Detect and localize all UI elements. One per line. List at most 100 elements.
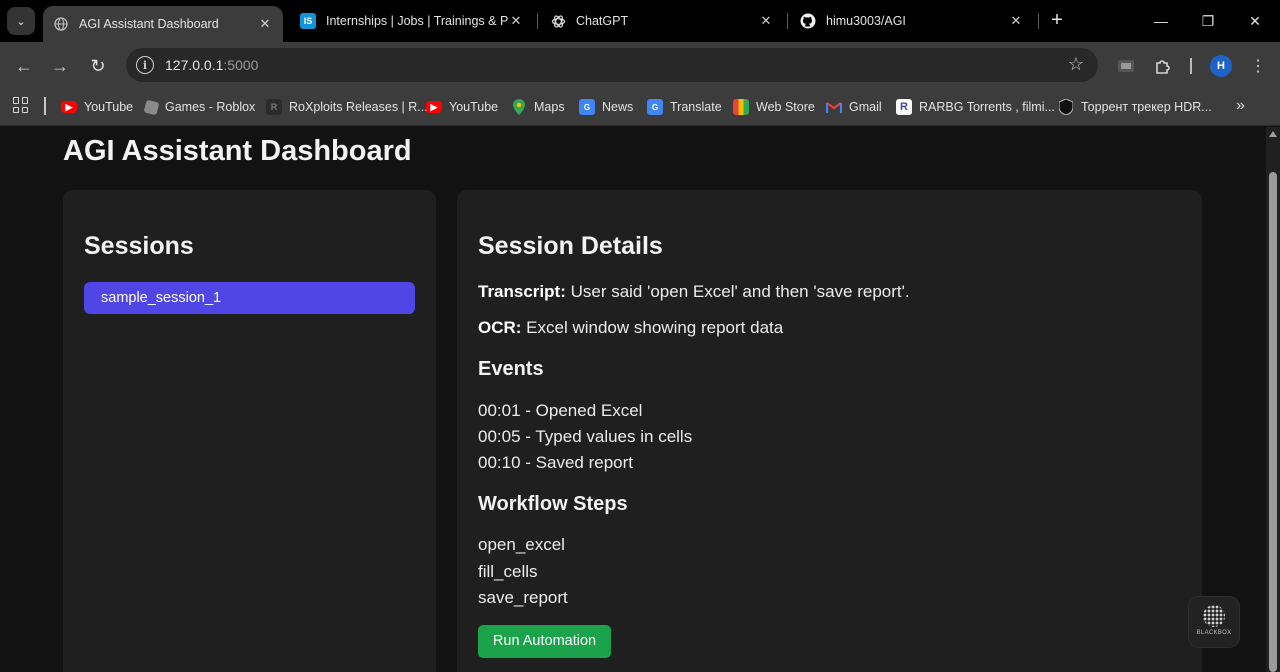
github-icon	[800, 13, 816, 29]
arrow-left-icon: ←	[15, 55, 33, 76]
event-item: 00:01 - Opened Excel	[478, 401, 643, 420]
openai-icon	[550, 13, 566, 29]
internshala-icon: IS	[300, 13, 316, 29]
new-tab-button[interactable]: +	[1046, 10, 1068, 32]
workflow-step: save_report	[478, 588, 568, 607]
ocr-label: OCR:	[478, 318, 522, 337]
tab-github[interactable]: himu3003/AGI ✕	[792, 0, 1032, 42]
tab-strip: ⌄ AGI Assistant Dashboard ✕ IS Internshi…	[0, 0, 1280, 42]
tab-internshala[interactable]: IS Internships | Jobs | Trainings & Pla …	[292, 0, 532, 42]
scroll-thumb[interactable]	[1269, 172, 1277, 672]
arrow-right-icon: →	[51, 55, 69, 76]
close-icon: ✕	[1249, 12, 1261, 29]
workflow-step: fill_cells	[478, 562, 538, 581]
bookmark-rarbg[interactable]: R RARBG Torrents , filmi...	[896, 96, 1055, 118]
apps-grid-icon[interactable]	[13, 97, 29, 113]
bookmarks-separator	[44, 97, 46, 115]
maximize-button[interactable]: ❐	[1185, 0, 1231, 42]
shield-icon	[1058, 99, 1074, 115]
browser-toolbar: ← → ↻ i 127.0.0.1:5000 ☆ H ⋮	[0, 42, 1280, 89]
sessions-panel: Sessions sample_session_1	[63, 190, 436, 672]
tab-separator	[1038, 13, 1039, 29]
bookmarks-bar: ▶ YouTube Games - Roblox R RoXploits Rel…	[0, 89, 1280, 126]
transcript-line: Transcript: User said 'open Excel' and t…	[478, 282, 910, 302]
bookmark-youtube-2[interactable]: ▶ YouTube	[426, 96, 498, 118]
chevron-down-icon: ⌄	[16, 15, 26, 28]
events-heading: Events	[478, 358, 544, 380]
bookmark-web-store[interactable]: Web Store	[733, 96, 815, 118]
tab-separator	[787, 13, 788, 29]
page-content: AGI Assistant Dashboard Sessions sample_…	[0, 127, 1266, 672]
event-item: 00:10 - Saved report	[478, 453, 633, 472]
minimize-icon: —	[1154, 13, 1168, 29]
page-title: AGI Assistant Dashboard	[63, 135, 412, 167]
extensions-puzzle-icon[interactable]	[1153, 56, 1173, 76]
bookmark-news[interactable]: G News	[579, 96, 633, 118]
reload-button[interactable]: ↻	[86, 54, 110, 78]
bookmark-torrent-tracker[interactable]: Торрент трекер HDR...	[1058, 96, 1212, 118]
ocr-text: Excel window showing report data	[521, 318, 784, 337]
close-icon[interactable]: ✕	[1008, 13, 1024, 29]
url-text[interactable]: 127.0.0.1:5000	[165, 57, 258, 73]
bookmark-translate[interactable]: G Translate	[647, 96, 722, 118]
tab-title: Internships | Jobs | Trainings & Pla	[326, 14, 508, 28]
chevron-double-right-icon[interactable]: »	[1236, 97, 1245, 115]
ocr-line: OCR: Excel window showing report data	[478, 318, 783, 338]
blackbox-label: BLACKBOX	[1196, 630, 1232, 636]
sessions-heading: Sessions	[84, 232, 194, 260]
run-automation-button[interactable]: Run Automation	[478, 625, 611, 658]
youtube-icon: ▶	[426, 101, 442, 113]
close-icon[interactable]: ✕	[758, 13, 774, 29]
close-icon[interactable]: ✕	[257, 16, 273, 32]
page-scrollbar[interactable]	[1266, 127, 1280, 672]
close-window-button[interactable]: ✕	[1232, 0, 1278, 42]
session-details-panel: Session Details Transcript: User said 'o…	[457, 190, 1202, 672]
bookmark-maps[interactable]: Maps	[511, 96, 565, 118]
scroll-up-icon[interactable]	[1269, 131, 1277, 137]
translate-icon: G	[647, 99, 663, 115]
globe-icon	[53, 16, 69, 32]
tab-title: ChatGPT	[576, 14, 629, 28]
bookmark-roxploits[interactable]: R RoXploits Releases | R...	[266, 96, 428, 118]
tab-title: AGI Assistant Dashboard	[79, 17, 219, 31]
extension-blackbox-icon[interactable]	[1116, 56, 1136, 76]
gmail-icon	[826, 99, 842, 115]
news-icon: G	[579, 99, 595, 115]
back-button[interactable]: ←	[12, 54, 36, 78]
event-item: 00:05 - Typed values in cells	[478, 427, 693, 446]
webstore-icon	[733, 99, 749, 115]
youtube-icon: ▶	[61, 101, 77, 113]
forward-button[interactable]: →	[48, 54, 72, 78]
tab-title: himu3003/AGI	[826, 14, 906, 28]
workflow-heading: Workflow Steps	[478, 493, 628, 515]
roblox-icon	[143, 99, 160, 115]
restore-icon: ❐	[1201, 12, 1215, 29]
more-menu-icon[interactable]: ⋮	[1248, 56, 1268, 76]
close-icon[interactable]: ✕	[508, 13, 524, 29]
maps-icon	[511, 99, 527, 115]
bookmark-youtube[interactable]: ▶ YouTube	[61, 96, 133, 118]
bookmark-roblox[interactable]: Games - Roblox	[143, 96, 255, 118]
site-info-icon[interactable]: i	[136, 56, 154, 74]
tab-separator	[537, 13, 538, 29]
session-details-heading: Session Details	[478, 232, 663, 260]
rarbg-icon: R	[896, 99, 912, 115]
bookmark-star-icon[interactable]: ☆	[1068, 54, 1084, 75]
transcript-label: Transcript:	[478, 282, 566, 301]
blackbox-logo-icon	[1203, 605, 1225, 627]
transcript-text: User said 'open Excel' and then 'save re…	[565, 282, 910, 301]
blackbox-widget[interactable]: BLACKBOX	[1189, 597, 1239, 647]
tab-chatgpt[interactable]: ChatGPT ✕	[542, 0, 782, 42]
workflow-step: open_excel	[478, 535, 565, 554]
minimize-button[interactable]: —	[1138, 0, 1184, 42]
reload-icon: ↻	[90, 55, 106, 76]
tab-search-button[interactable]: ⌄	[7, 7, 35, 35]
session-item[interactable]: sample_session_1	[84, 282, 415, 314]
bookmark-gmail[interactable]: Gmail	[826, 96, 882, 118]
profile-avatar[interactable]: H	[1210, 55, 1232, 77]
tab-agi-dashboard[interactable]: AGI Assistant Dashboard ✕	[43, 6, 283, 42]
roxploits-icon: R	[266, 99, 282, 115]
toolbar-divider	[1190, 58, 1192, 74]
address-bar[interactable]: i 127.0.0.1:5000 ☆	[126, 48, 1098, 82]
plus-icon: +	[1051, 9, 1063, 31]
